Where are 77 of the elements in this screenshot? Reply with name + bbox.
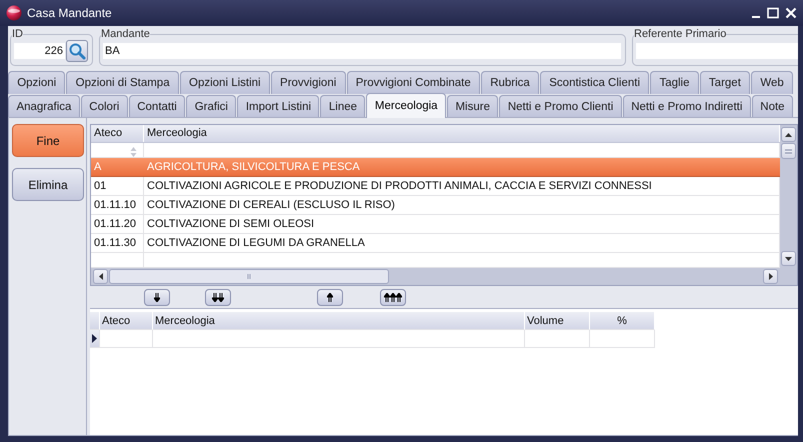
move-button[interactable] xyxy=(144,288,170,306)
tab[interactable]: Provvigioni Combinate xyxy=(346,71,480,94)
table-cell-text: A xyxy=(93,160,102,175)
tab[interactable]: Provvigioni xyxy=(270,71,346,94)
maximize-icon[interactable] xyxy=(767,7,779,19)
table-row[interactable]: 01.11.30 COLTIVAZIONE DI LEGUMI DA GRANELLA xyxy=(91,234,780,253)
move-button[interactable] xyxy=(205,288,231,306)
tab[interactable]: Rubrica xyxy=(480,71,540,94)
down-arrow-icon xyxy=(785,256,792,260)
tab[interactable]: Target xyxy=(700,71,750,94)
up-arrow-icon xyxy=(327,292,333,302)
tab[interactable]: Contatti xyxy=(128,95,186,118)
tab[interactable]: Opzioni xyxy=(8,71,66,94)
search-button[interactable] xyxy=(66,40,88,62)
tab[interactable]: Netti e Promo Clienti xyxy=(499,95,622,118)
tab[interactable]: Anagrafica xyxy=(8,95,80,118)
tab[interactable]: Misure xyxy=(447,95,498,118)
table-cell[interactable] xyxy=(153,330,525,348)
vertical-scrollbar[interactable] xyxy=(780,125,797,268)
field-label: Mandante xyxy=(101,28,150,40)
tab[interactable]: Opzioni di Stampa xyxy=(66,71,179,94)
triple-up-arrow-icon xyxy=(384,292,402,302)
input-field[interactable]: BA xyxy=(103,42,621,58)
tab[interactable]: Linee xyxy=(320,95,366,118)
scrollbar-corner xyxy=(780,268,797,285)
move-button[interactable] xyxy=(317,288,343,306)
table-cell: 01.11.30 xyxy=(91,234,144,252)
tab[interactable]: Netti e Promo Indiretti xyxy=(622,95,751,118)
row-selector[interactable] xyxy=(90,330,100,348)
table-cell[interactable] xyxy=(100,330,153,348)
table-cell-text: AGRICOLTURA, SILVICOLTURA E PESCA xyxy=(146,160,361,175)
left-arrow-icon xyxy=(98,273,102,280)
close-icon[interactable] xyxy=(785,7,797,19)
search-icon xyxy=(68,42,86,60)
right-arrow-icon xyxy=(768,273,772,280)
tab[interactable]: Scontistica Clienti xyxy=(540,71,650,94)
tab[interactable]: Merceologia xyxy=(366,93,446,118)
scroll-down-button[interactable] xyxy=(781,251,796,266)
app-logo-icon xyxy=(6,5,22,21)
column-header[interactable]: Ateco xyxy=(91,125,144,142)
table-cell[interactable] xyxy=(590,330,655,348)
window-title: Casa Mandante xyxy=(27,6,113,20)
field-label: Referente Primario xyxy=(634,28,726,40)
tab[interactable]: Grafici xyxy=(186,95,236,118)
table-row[interactable]: 01 COLTIVAZIONI AGRICOLE E PRODUZIONE DI PRODOTTI ANIMALI, CACCIA E SERVIZI CONNESSI xyxy=(91,177,780,196)
horizontal-scrollbar[interactable] xyxy=(91,268,780,285)
input-field[interactable] xyxy=(636,42,798,58)
table-cell: 01.11.20 xyxy=(91,215,144,233)
column-header[interactable]: Ateco xyxy=(100,312,153,330)
table-cell[interactable] xyxy=(525,330,590,348)
tab[interactable]: Import Listini xyxy=(237,95,320,118)
column-header[interactable]: Merceologia xyxy=(153,312,525,330)
scrollbar-thumb[interactable] xyxy=(109,269,389,284)
up-arrow-icon xyxy=(785,132,792,136)
double-down-arrow-icon xyxy=(212,292,224,302)
move-button[interactable] xyxy=(380,288,406,306)
scroll-left-button[interactable] xyxy=(93,269,108,284)
current-row-icon xyxy=(92,334,97,343)
scroll-up-button[interactable] xyxy=(781,127,796,142)
tab[interactable]: Colori xyxy=(80,95,128,118)
input-field[interactable]: 226 xyxy=(14,42,65,58)
tab[interactable]: Opzioni Listini xyxy=(180,71,270,94)
scrollbar-thumb[interactable] xyxy=(781,143,796,159)
column-header[interactable]: Volume xyxy=(525,312,590,330)
table-row[interactable]: 01.11.10 COLTIVAZIONE DI CEREALI (ESCLUSO IL RISO) xyxy=(91,196,780,215)
tab[interactable]: Taglie xyxy=(650,71,699,94)
action-button[interactable]: Fine xyxy=(12,124,84,157)
tab[interactable]: Note xyxy=(752,95,794,118)
table-row[interactable]: 01.11.20 COLTIVAZIONE DI SEMI OLEOSI xyxy=(91,215,780,234)
table-cell: 01.11.10 xyxy=(91,196,144,214)
field-label: ID xyxy=(12,28,23,40)
down-arrow-icon xyxy=(154,292,160,302)
tab[interactable]: Web xyxy=(751,71,793,94)
column-header[interactable]: % xyxy=(590,312,655,330)
action-button[interactable]: Elimina xyxy=(12,168,84,201)
scroll-right-button[interactable] xyxy=(763,269,778,284)
table-cell: 01 xyxy=(91,177,144,195)
